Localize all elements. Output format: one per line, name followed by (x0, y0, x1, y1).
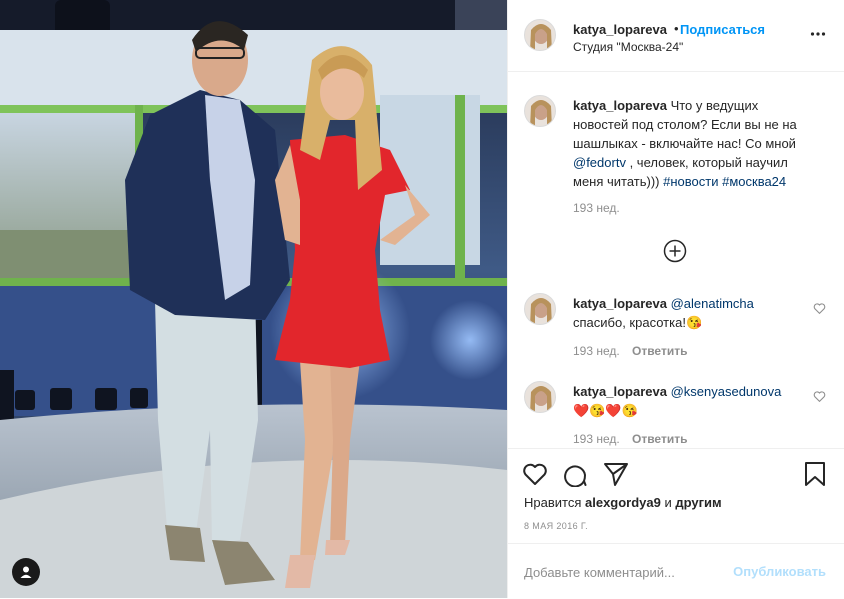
post-side-panel: katya_lopareva • Подписаться Студия "Мос… (507, 0, 844, 598)
caption-age[interactable]: 193 нед. (573, 201, 620, 215)
caption-text: katya_lopareva Что у ведущих новостей по… (573, 98, 797, 189)
publish-button[interactable]: Опубликовать (733, 564, 826, 579)
comment-username[interactable]: katya_lopareva (573, 296, 667, 311)
bookmark-icon[interactable] (802, 461, 828, 487)
studio-photo-illustration (0, 0, 507, 598)
comments-section[interactable]: katya_lopareva Что у ведущих новостей по… (508, 72, 844, 457)
mention-link[interactable]: @ksenyasedunova (671, 384, 782, 399)
comment-avatar[interactable] (524, 381, 556, 413)
hashtag-link[interactable]: #москва24 (722, 174, 786, 189)
comment-age[interactable]: 193 нед. (573, 432, 620, 446)
add-comment-bar: Опубликовать (508, 543, 844, 599)
comment-icon[interactable] (562, 461, 588, 487)
comment-username[interactable]: katya_lopareva (573, 384, 667, 399)
comment-avatar[interactable] (524, 293, 556, 325)
likes-others-link[interactable]: другим (675, 495, 721, 510)
hashtag-link[interactable]: #новости (663, 174, 718, 189)
author-avatar[interactable] (524, 19, 556, 51)
comment-input[interactable] (524, 562, 724, 582)
reply-button[interactable]: Ответить (632, 432, 687, 446)
post-actions: Нравится alexgordya9 и другим 8 МАЯ 2016… (508, 448, 844, 543)
comment-text: katya_lopareva @ksenyasedunova ❤️😘❤️😘 (573, 384, 782, 418)
caption-username[interactable]: katya_lopareva (573, 98, 667, 113)
post-location[interactable]: Студия "Москва-24" (573, 40, 683, 54)
caption-avatar[interactable] (524, 95, 556, 127)
post-header: katya_lopareva • Подписаться Студия "Мос… (508, 0, 844, 72)
liker-username[interactable]: alexgordya9 (585, 495, 661, 510)
likes-summary[interactable]: Нравится alexgordya9 и другим (524, 495, 722, 510)
heart-icon[interactable] (813, 390, 826, 403)
reply-button[interactable]: Ответить (632, 344, 687, 358)
mention-link[interactable]: @fedortv (573, 155, 626, 170)
heart-icon[interactable] (813, 302, 826, 315)
post-date[interactable]: 8 МАЯ 2016 Г. (524, 521, 588, 531)
author-username[interactable]: katya_lopareva (573, 22, 667, 37)
more-options-icon[interactable] (810, 26, 826, 42)
mention-link[interactable]: @alenatimcha (671, 296, 754, 311)
comment-text: katya_lopareva @alenatimcha спасибо, кра… (573, 296, 754, 330)
user-tag-icon (20, 566, 32, 578)
plus-circle-icon[interactable] (663, 239, 687, 263)
follow-button[interactable]: Подписаться (680, 22, 765, 37)
post-photo[interactable] (0, 0, 507, 598)
separator-dot: • (674, 21, 679, 36)
heart-icon[interactable] (522, 461, 548, 487)
comment-age[interactable]: 193 нед. (573, 344, 620, 358)
user-tag-button[interactable] (12, 558, 40, 586)
share-icon[interactable] (603, 461, 629, 487)
instagram-post: katya_lopareva • Подписаться Студия "Мос… (0, 0, 844, 598)
